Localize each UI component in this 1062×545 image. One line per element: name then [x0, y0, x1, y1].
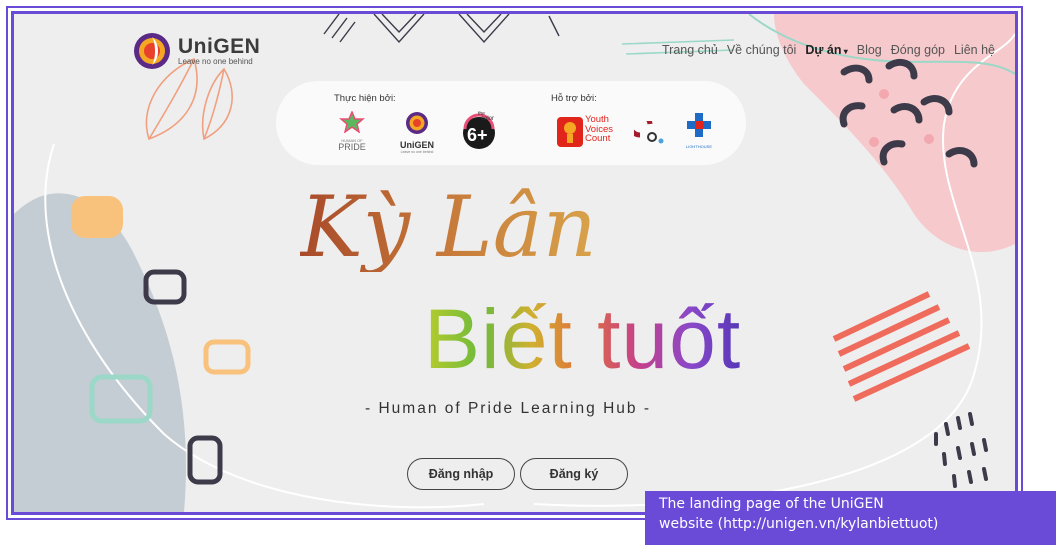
sponsors-panel: Thực hiện bởi: Hỗ trợ bởi: HUMAN OF PRID…	[276, 81, 746, 165]
circular-partner-icon	[627, 112, 664, 144]
unigen-partner-name: UniGEN	[399, 140, 434, 150]
unigen-partner-logo[interactable]: UniGEN Leave no one behind	[394, 111, 440, 154]
page-viewport: UniGEN Leave no one behind Trang chủ Về …	[11, 11, 1018, 515]
chevron-down-icon: ▾	[841, 47, 848, 56]
orange-rounded-outline	[203, 339, 251, 375]
circular-partner-logo[interactable]	[627, 112, 668, 145]
menu-item-home[interactable]: Trang chủ	[662, 43, 718, 57]
menu-item-projects-label: Dự án	[805, 43, 842, 57]
supported-by-label: Hỗ trợ bởi:	[551, 93, 597, 104]
caption-line2: website (http://unigen.vn/kylanbiettuot)	[659, 516, 939, 532]
navy-tall-outline	[187, 435, 223, 485]
top-navigation: UniGEN Leave no one behind Trang chủ Về …	[14, 24, 1015, 69]
youth-voices-count-logo[interactable]: Youth Voices Count	[557, 115, 615, 149]
lighthouse-logo[interactable]: LIGHTHOUSE	[681, 111, 717, 151]
navy-dashes	[934, 412, 988, 488]
hero-subtitle: - Human of Pride Learning Hub -	[365, 400, 652, 417]
color-six-mid: color	[481, 116, 495, 122]
figure-caption: The landing page of the UniGEN website (…	[645, 491, 1056, 545]
color-six-plus-logo[interactable]: the color 6+	[459, 111, 499, 151]
human-of-pride-logo[interactable]: HUMAN OF PRIDE	[331, 110, 373, 152]
leaf-decoration	[145, 57, 233, 141]
implemented-by-label: Thực hiện bởi:	[334, 93, 396, 104]
unigen-small-icon	[406, 112, 428, 134]
menu-item-donate[interactable]: Đóng góp	[891, 43, 945, 57]
youth-voices-count-icon	[557, 117, 583, 147]
lighthouse-cross-icon	[687, 113, 711, 137]
unigen-logo-icon	[134, 33, 170, 69]
orange-rounded-square	[71, 196, 123, 238]
menu-item-about[interactable]: Về chúng tôi	[727, 43, 797, 57]
hero-title-ky-lan: Kỳ Lân	[300, 178, 597, 276]
menu-item-projects[interactable]: Dự án ▾	[805, 43, 847, 57]
yvc-text: Youth Voices Count	[585, 115, 613, 144]
menu-item-blog[interactable]: Blog	[857, 43, 882, 57]
lighthouse-text: LIGHTHOUSE	[685, 144, 712, 149]
logo-name: UniGEN	[178, 34, 261, 58]
unigen-logo[interactable]: UniGEN Leave no one behind	[132, 31, 260, 71]
pride-star-icon	[338, 110, 366, 134]
menu-item-contact[interactable]: Liên hệ	[954, 43, 995, 57]
caption-line1: The landing page of the UniGEN	[659, 496, 884, 512]
slate-blob	[14, 193, 186, 512]
color-six-num: 6+	[467, 125, 488, 145]
pride-logo-bottom: PRIDE	[338, 142, 366, 152]
main-menu: Trang chủ Về chúng tôi Dự án ▾ Blog Đóng…	[662, 43, 995, 57]
logo-tagline: Leave no one behind	[178, 56, 253, 66]
hero-title-biet-tuot: Biết tuốt	[424, 292, 742, 386]
login-button[interactable]: Đăng nhập	[407, 458, 515, 490]
register-button[interactable]: Đăng ký	[520, 458, 628, 490]
yvc-line3: Count	[585, 133, 611, 144]
unigen-partner-tagline: Leave no one behind	[400, 150, 434, 154]
coral-stripes	[832, 291, 971, 402]
